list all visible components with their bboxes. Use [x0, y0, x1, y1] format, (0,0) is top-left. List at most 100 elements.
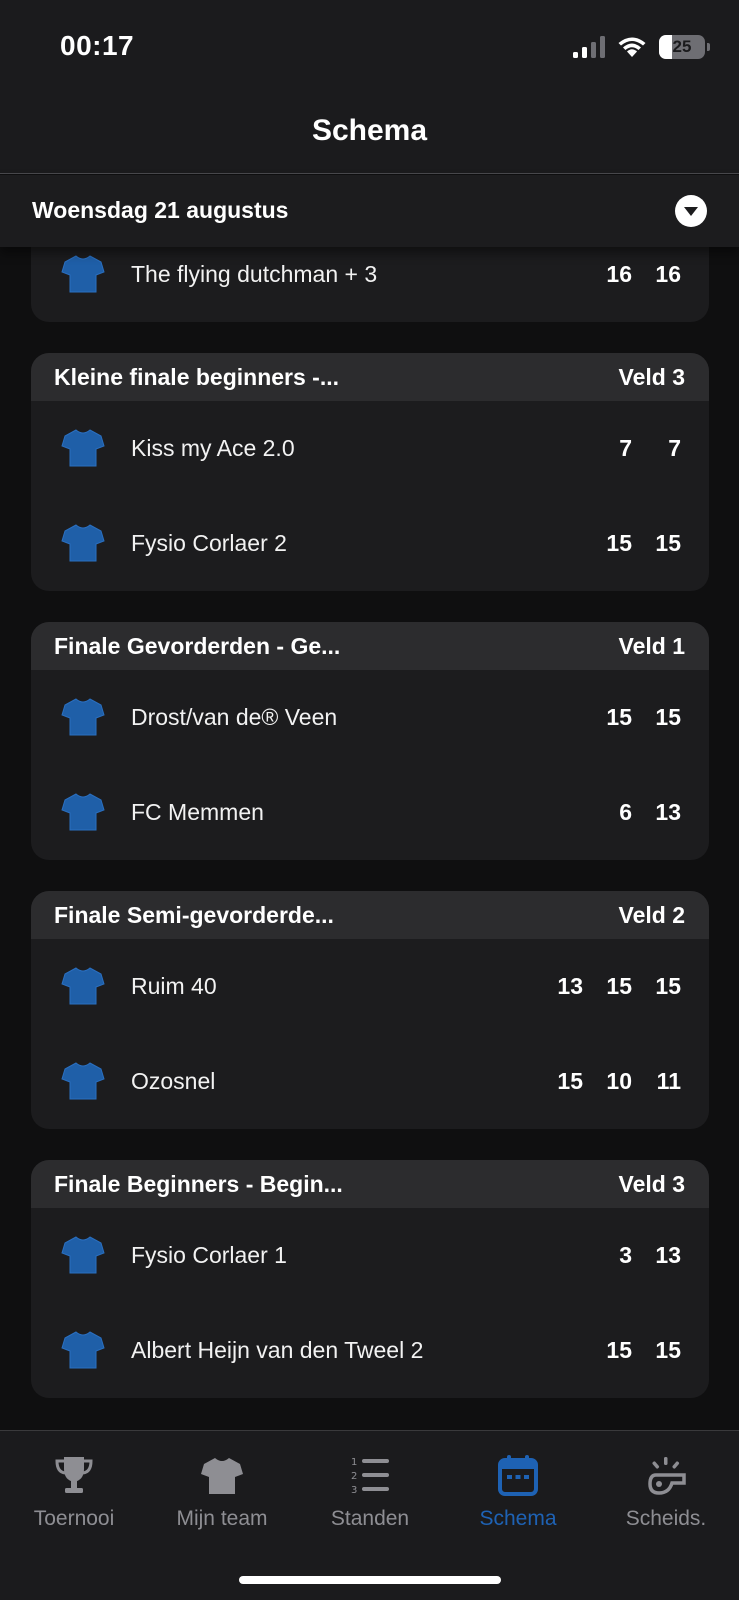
status-time: 00:17	[60, 30, 135, 61]
shirt-icon	[61, 967, 105, 1005]
shirt-icon	[61, 1236, 105, 1274]
set-score: 15	[606, 1337, 632, 1363]
team-row: Fysio Corlaer 1 3 13	[31, 1208, 709, 1303]
team-row: Drost/van de® Veen 15 15	[31, 670, 709, 765]
shirt-icon	[61, 698, 105, 736]
status-bar: 00:17 25	[0, 0, 739, 90]
set-score: 16	[655, 261, 681, 287]
tab-schema[interactable]: Schema	[444, 1453, 592, 1531]
set-score: 7	[619, 435, 632, 461]
match-header: Finale Beginners - Begin... Veld 3	[31, 1160, 709, 1208]
shirt-icon	[61, 1331, 105, 1369]
set-score: 15	[655, 1337, 681, 1363]
match-card[interactable]: Finale Gevorderden - Ge... Veld 1 Drost/…	[31, 622, 709, 860]
signal-icon	[573, 36, 605, 58]
match-field: Veld 3	[618, 1170, 685, 1197]
battery-level: 25	[672, 37, 692, 56]
tab-label: Standen	[330, 1507, 410, 1530]
match-field: Veld 1	[618, 632, 685, 659]
chevron-down-icon[interactable]	[675, 195, 707, 227]
team-name: Albert Heijn van den Tweel 2	[131, 1337, 424, 1363]
team-row: FC Memmen 6 13	[31, 765, 709, 860]
shirt-icon	[61, 524, 105, 562]
tab-bar: Toernooi Mijn team 1 2 3 Standen Schema …	[0, 1430, 739, 1600]
date-selector[interactable]: Woensdag 21 augustus	[0, 175, 739, 247]
whistle-icon	[648, 1457, 686, 1495]
match-field: Veld 2	[618, 901, 685, 928]
set-score: 16	[606, 261, 632, 287]
set-score: 10	[606, 1068, 632, 1094]
tab-label: Toernooi	[33, 1507, 115, 1530]
match-header: Finale Gevorderden - Ge... Veld 1	[31, 622, 709, 670]
team-scores: 15 10 11	[534, 1068, 681, 1095]
team-row: Kiss my Ace 2.0 7 7	[31, 401, 709, 496]
set-score: 13	[655, 1242, 681, 1268]
team-name: Ruim 40	[131, 973, 217, 999]
match-title: Kleine finale beginners -...	[54, 363, 340, 390]
team-row: Albert Heijn van den Tweel 2 15 15	[31, 1303, 709, 1398]
set-score: 15	[655, 973, 681, 999]
match-header: Finale Semi-gevorderde... Veld 2	[31, 891, 709, 939]
team-row: Ruim 40 13 15 15	[31, 939, 709, 1034]
team-scores: 15 15	[583, 704, 681, 731]
team-name: The flying dutchman + 3	[131, 261, 378, 287]
status-icons: 25	[573, 34, 710, 60]
tab-standen[interactable]: 1 2 3 Standen	[296, 1453, 444, 1531]
page-title: Schema	[311, 114, 428, 147]
match-header: Kleine finale beginners -... Veld 3	[31, 353, 709, 401]
shirt-icon	[201, 1458, 243, 1494]
team-name: Drost/van de® Veen	[131, 704, 338, 730]
set-score: 15	[557, 1068, 583, 1094]
wifi-icon	[618, 37, 646, 57]
match-card[interactable]: Kleine finale beginners -... Veld 3 Kiss…	[31, 353, 709, 591]
match-title: Finale Beginners - Begin...	[54, 1170, 343, 1197]
svg-text:3: 3	[351, 1485, 357, 1496]
set-score: 15	[606, 704, 632, 730]
shirt-icon	[61, 793, 105, 831]
set-score: 13	[655, 799, 681, 825]
set-score: 15	[606, 530, 632, 556]
team-name: FC Memmen	[131, 799, 264, 825]
set-score: 6	[619, 799, 632, 825]
team-name: Ozosnel	[131, 1068, 216, 1094]
set-score: 15	[655, 704, 681, 730]
team-name: Fysio Corlaer 1	[131, 1242, 287, 1268]
set-score: 7	[668, 435, 681, 461]
svg-text:1: 1	[351, 1457, 357, 1468]
team-scores: 16 16	[583, 261, 681, 288]
date-label: Woensdag 21 augustus	[32, 197, 289, 223]
tab-toernooi[interactable]: Toernooi	[0, 1453, 148, 1531]
team-scores: 3 13	[583, 1242, 681, 1269]
ranked-list-icon: 1 2 3	[351, 1457, 389, 1496]
schedule-screen: The flying dutchman + 3 16 16 Kleine fin…	[0, 0, 739, 1600]
match-title: Finale Gevorderden - Ge...	[54, 632, 341, 659]
set-score: 11	[656, 1068, 681, 1094]
match-field: Veld 3	[618, 363, 685, 390]
match-card[interactable]: Finale Semi-gevorderde... Veld 2 Ruim 40…	[31, 891, 709, 1129]
tab-label: Schema	[479, 1507, 557, 1530]
team-scores: 15 15	[583, 1337, 681, 1364]
nav-header: Schema	[0, 90, 739, 174]
match-card[interactable]: Finale Beginners - Begin... Veld 3 Fysio…	[31, 1160, 709, 1398]
battery-icon: 25	[659, 35, 710, 59]
tab-label: Mijn team	[176, 1507, 268, 1530]
tab-scheids[interactable]: Scheids.	[592, 1453, 739, 1531]
svg-text:2: 2	[351, 1471, 357, 1482]
tab-mijn-team[interactable]: Mijn team	[148, 1453, 296, 1531]
team-scores: 7 7	[583, 435, 681, 462]
team-name: Fysio Corlaer 2	[131, 530, 287, 556]
shirt-icon	[61, 255, 105, 293]
set-score: 15	[606, 973, 632, 999]
trophy-icon	[55, 1457, 93, 1493]
calendar-icon	[498, 1455, 538, 1496]
team-name: Kiss my Ace 2.0	[131, 435, 295, 461]
team-scores: 6 13	[583, 799, 681, 826]
team-row: Fysio Corlaer 2 15 15	[31, 496, 709, 591]
set-score: 15	[655, 530, 681, 556]
shirt-icon	[61, 429, 105, 467]
match-title: Finale Semi-gevorderde...	[54, 901, 334, 928]
team-row: Ozosnel 15 10 11	[31, 1034, 709, 1129]
home-indicator[interactable]	[239, 1576, 501, 1584]
set-score: 13	[557, 973, 583, 999]
tab-label: Scheids.	[625, 1507, 707, 1530]
